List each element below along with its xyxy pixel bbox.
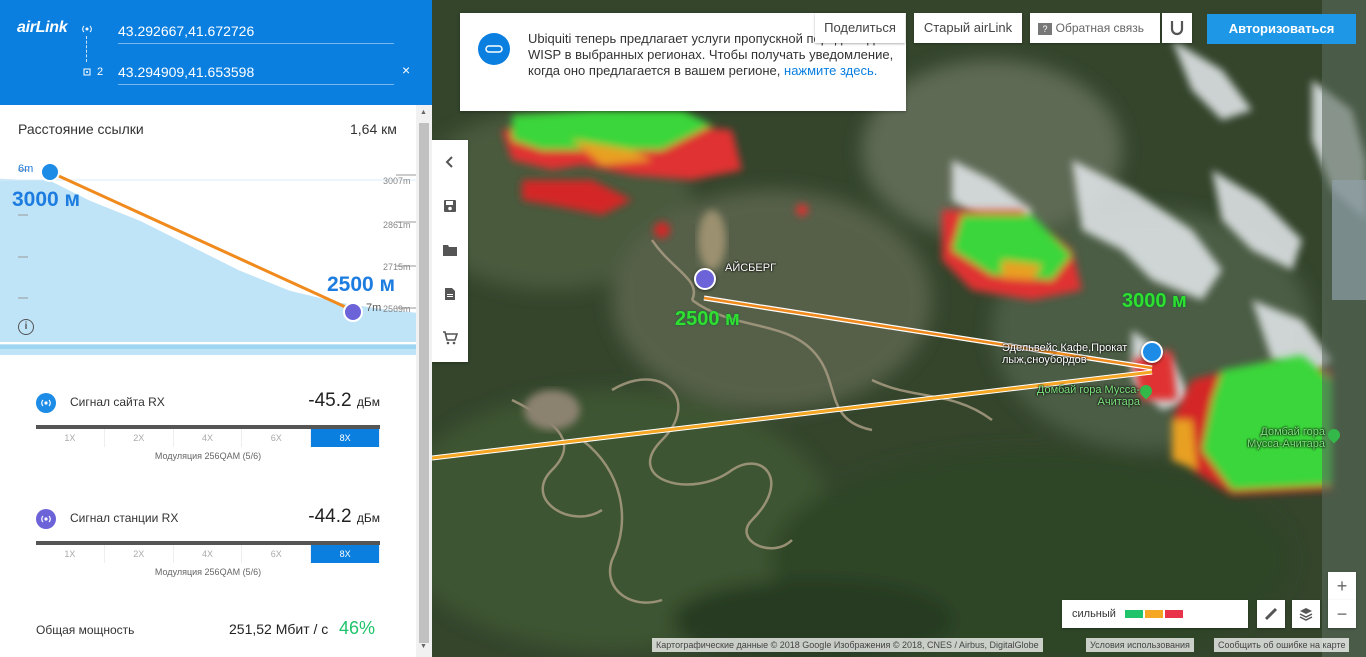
airlink-logo: airLink: [17, 19, 68, 36]
feedback-icon: ?: [1038, 22, 1052, 35]
site-radio-icon: [82, 24, 92, 37]
legend-swatch-red: [1165, 610, 1183, 618]
station-modulation-text: Модуляция 256QAM (5/6): [154, 567, 262, 577]
elevation-profile: 6m 3000 м 2500 м 7m 3007m 2861m 2715m 25…: [0, 150, 417, 355]
modulation-level: 1X: [36, 545, 105, 563]
total-throughput-label: Общая мощность: [36, 623, 135, 637]
notice-link[interactable]: нажмите здесь.: [784, 63, 877, 78]
site-modulation-text: Модуляция 256QAM (5/6): [154, 451, 262, 461]
shop-button[interactable]: [432, 316, 468, 360]
info-icon[interactable]: i: [18, 319, 34, 335]
map-label-dombay: Домбай гора Мусса-Ачитара: [1247, 426, 1325, 450]
zoom-in-button[interactable]: +: [1328, 572, 1356, 600]
station-elevation: 2500 м: [327, 273, 396, 296]
login-button[interactable]: Авторизоваться: [1207, 14, 1356, 44]
legend-swatch-green: [1125, 610, 1143, 618]
signal-legend: сильный: [1062, 600, 1248, 628]
terms-link[interactable]: Условия использования: [1086, 638, 1194, 652]
feedback-button[interactable]: ? Обратная связь: [1030, 13, 1160, 43]
folder-icon: [443, 245, 457, 256]
station-signal-label: Сигнал станции RX: [70, 511, 179, 525]
modulation-level: 6X: [242, 429, 312, 447]
scroll-up-icon[interactable]: ▲: [420, 109, 427, 116]
station-radio-icon: [82, 67, 92, 80]
close-icon[interactable]: ×: [402, 62, 410, 78]
share-button[interactable]: Поделиться: [815, 13, 905, 43]
station-index: 2: [97, 66, 104, 78]
collapse-panel-button[interactable]: [432, 140, 468, 184]
site-radio-icon: [36, 393, 56, 413]
map-label-aysberg: АЙСБЕРГ: [725, 262, 777, 274]
cart-icon: [443, 331, 458, 345]
modulation-level: 2X: [105, 545, 174, 563]
link-connector: [86, 36, 87, 62]
scrollbar-thumb[interactable]: [419, 123, 429, 643]
chevron-left-icon: [445, 156, 453, 168]
map-label-dombay: Домбай гора Мусса-Ачитара: [1036, 384, 1140, 408]
station-coordinate-input[interactable]: 43.294909,41.653598: [118, 59, 394, 85]
open-folder-button[interactable]: [432, 228, 468, 272]
site-profile-marker[interactable]: [40, 162, 60, 182]
total-throughput-percent: 46%: [339, 618, 376, 638]
modulation-level-active: 8X: [311, 429, 380, 447]
legend-swatch-orange: [1145, 610, 1163, 618]
station-antenna-height: 7m: [366, 302, 382, 314]
save-button[interactable]: [432, 184, 468, 228]
site-modulation-bar: 1X 2X 4X 6X 8X: [36, 425, 380, 447]
profile-tick: 2715m: [383, 262, 411, 272]
layers-icon: [1299, 608, 1313, 621]
map-label-cafe: Эдельвейс Кафе,Прокат лыж,сноубордов: [1002, 342, 1128, 366]
ubiquiti-logo-icon: [1170, 21, 1184, 36]
station-profile-marker[interactable]: [343, 302, 363, 322]
modulation-level: 1X: [36, 429, 105, 447]
device-icon: [478, 33, 510, 65]
satellite-map[interactable]: АЙСБЕРГ Эдельвейс Кафе,Прокат лыж,сноубо…: [432, 0, 1366, 657]
site-signal-value: -45.2 дБм: [308, 390, 380, 411]
ruler-button[interactable]: [1257, 600, 1285, 628]
site-map-marker[interactable]: [1141, 341, 1163, 363]
total-throughput-value: 251,52 Мбит / с: [229, 621, 329, 637]
report-button[interactable]: [432, 272, 468, 316]
modulation-level: 4X: [174, 429, 243, 447]
link-distance-label: Расстояние ссылки: [18, 121, 144, 137]
site-elevation: 3000 м: [12, 188, 81, 211]
profile-tick: 3007m: [383, 176, 411, 186]
station-signal-value: -44.2 дБм: [308, 506, 380, 527]
save-icon: [444, 200, 456, 212]
station-radio-icon: [36, 509, 56, 529]
station-map-marker[interactable]: [694, 268, 716, 290]
legend-label: сильный: [1072, 608, 1116, 620]
panel-header: airLink 2 43.292667,41.672726 43.294909,…: [0, 0, 432, 105]
profile-tick: 2569m: [383, 304, 411, 314]
link-panel: airLink 2 43.292667,41.672726 43.294909,…: [0, 0, 432, 657]
old-airlink-button[interactable]: Старый airLink: [914, 13, 1022, 43]
map-attribution: Картографические данные © 2018 Google Из…: [652, 638, 1043, 652]
link-distance-value: 1,64 км: [350, 121, 397, 137]
zoom-out-button[interactable]: −: [1328, 600, 1356, 628]
modulation-level: 6X: [242, 545, 312, 563]
station-map-elevation: 2500 м: [675, 308, 740, 330]
report-error-link[interactable]: Сообщить об ошибке на карте: [1214, 638, 1350, 652]
total-throughput-row: Общая мощность 251,52 Мбит / с 46%: [36, 618, 380, 638]
document-icon: [445, 288, 455, 300]
map-toolbar: [432, 140, 468, 362]
site-coordinate-input[interactable]: 43.292667,41.672726: [118, 18, 394, 44]
scroll-down-icon[interactable]: ▼: [420, 643, 427, 650]
profile-tick: 2861m: [383, 220, 411, 230]
modulation-level: 2X: [105, 429, 174, 447]
site-signal-label: Сигнал сайта RX: [70, 395, 165, 409]
site-map-elevation: 3000 м: [1122, 290, 1187, 312]
modulation-level: 4X: [174, 545, 243, 563]
modulation-level-active: 8X: [311, 545, 380, 563]
ruler-icon: [1264, 607, 1278, 621]
site-antenna-height: 6m: [18, 163, 34, 175]
ubiquiti-button[interactable]: [1162, 13, 1192, 43]
layers-button[interactable]: [1292, 600, 1320, 628]
panel-scrollbar[interactable]: ▲ ▼: [416, 105, 432, 657]
station-modulation-bar: 1X 2X 4X 6X 8X: [36, 541, 380, 563]
